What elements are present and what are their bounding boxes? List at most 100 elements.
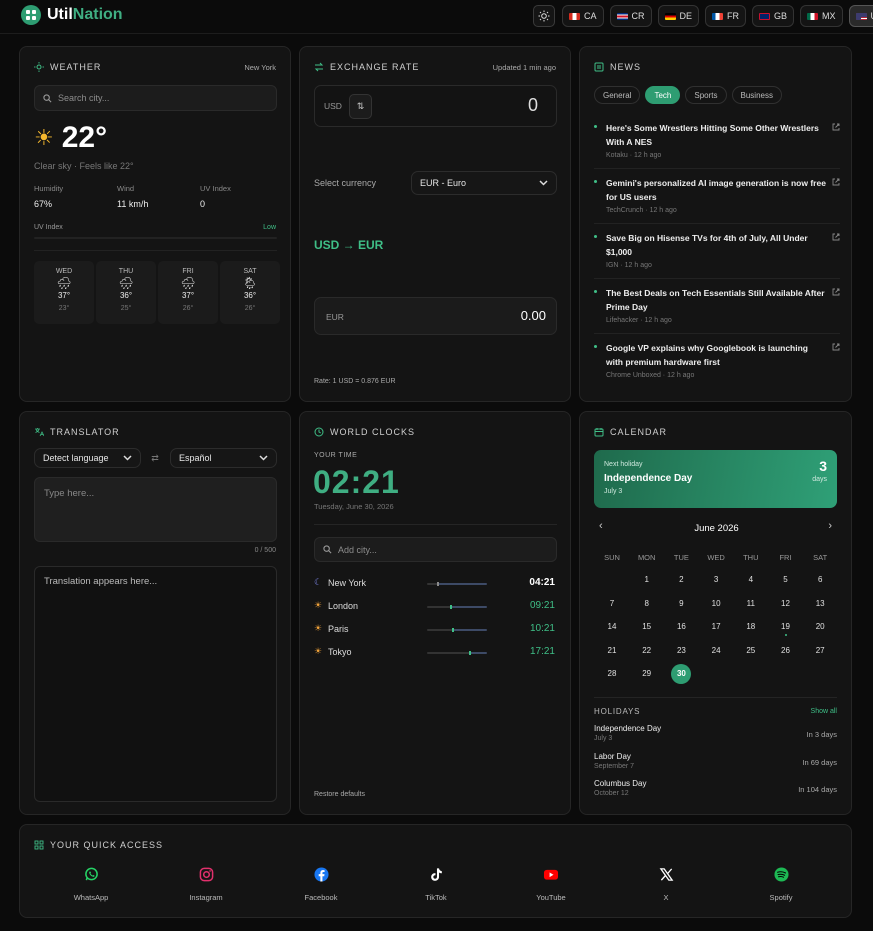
calendar-day[interactable]: 8 [637,594,657,614]
country-ca-button[interactable]: CA [562,5,604,27]
quick-access-tiktok[interactable]: TikTok [406,867,466,902]
source-language-select[interactable]: Detect language [34,448,141,468]
calendar-day-today[interactable]: 30 [671,664,692,684]
country-de-button[interactable]: DE [657,5,700,27]
day-progress-marker [451,628,454,632]
weekday-label: THU [743,553,759,562]
news-tab-business[interactable]: Business [731,86,782,104]
calendar-day[interactable]: 4 [741,570,761,590]
day-progress-bar [427,605,487,609]
chevron-right-icon: › [828,520,832,532]
currency-pair: USD → EUR [314,238,384,252]
calendar-day[interactable]: 21 [602,641,622,661]
country-us-button[interactable]: US [848,5,873,27]
external-link-icon[interactable] [832,288,840,296]
exchange-updated: Updated 1 min ago [492,63,556,72]
quick-access-spotify[interactable]: Spotify [751,867,811,902]
calendar-day[interactable]: 16 [671,617,691,637]
clock-icon [314,427,324,437]
country-gb-button[interactable]: GB [752,5,795,27]
calendar-day[interactable]: 14 [602,617,622,637]
calendar-day[interactable]: 26 [776,641,796,661]
news-item[interactable]: Google VP explains why Googlebook is lau… [594,341,840,389]
swap-icon: ⇅ [356,101,365,111]
sun-icon: ☀ [314,646,323,656]
flag-icon [616,12,628,20]
calendar-day[interactable]: 2 [671,570,691,590]
city-clock-row: ☾ New York 04:21 [314,577,555,588]
calendar-day[interactable]: 22 [637,641,657,661]
news-item[interactable]: The Best Deals on Tech Essentials Still … [594,286,840,334]
uv-index-bar [34,237,277,239]
calendar-day[interactable]: 13 [810,594,830,614]
restore-defaults-button[interactable]: Restore defaults [314,791,365,798]
show-all-holidays-link[interactable]: Show all [811,708,837,715]
quick-access-whatsapp[interactable]: WhatsApp [61,867,121,902]
top-bar: UtilNation CA CR DE FR GB MX US [0,0,873,34]
calendar-day[interactable]: 17 [706,617,726,637]
swap-languages-button[interactable]: ⇄ [146,448,164,468]
next-month-button[interactable]: › [828,520,832,532]
external-link-icon[interactable] [832,123,840,131]
news-tab-sports[interactable]: Sports [685,86,727,104]
news-item[interactable]: Save Big on Hisense TVs for 4th of July,… [594,231,840,279]
country-cr-button[interactable]: CR [609,5,652,27]
news-tab-general[interactable]: General [594,86,641,104]
bullet-dot [594,235,597,238]
quick-access-facebook[interactable]: Facebook [291,867,351,902]
swap-currency-button[interactable]: ⇅ [349,94,372,119]
day-progress-marker [449,605,452,609]
holiday-marker-dot [784,634,787,636]
youtube-icon [543,869,559,880]
holiday-row: Labor Day September 7 In 69 days [594,752,837,770]
calendar-day[interactable]: 29 [637,664,657,684]
country-mx-button[interactable]: MX [800,5,843,27]
calendar-day[interactable]: 11 [741,594,761,614]
calendar-card: CALENDAR Next holiday Independence Day J… [579,411,852,815]
calendar-day[interactable]: 20 [810,617,830,637]
calendar-day[interactable]: 23 [671,641,691,661]
calendar-day[interactable]: 3 [706,570,726,590]
external-link-icon[interactable] [832,343,840,351]
calendar-day[interactable]: 10 [706,594,726,614]
weekday-label: MON [637,553,656,562]
flag-icon [855,12,867,20]
calendar-day[interactable]: 15 [637,617,657,637]
weather-card: WEATHER New York Search city... ☀ 22° Cl… [19,46,291,402]
calendar-day[interactable]: 1 [637,570,657,590]
currency-select[interactable]: EUR - Euro [411,171,557,195]
quick-access-youtube[interactable]: YouTube [521,867,581,902]
weather-description: Clear sky · Feels like 22° [34,161,134,171]
weather-search-input[interactable]: Search city... [34,85,277,111]
calendar-day[interactable]: 27 [810,641,830,661]
calendar-day[interactable]: 18 [741,617,761,637]
country-fr-button[interactable]: FR [705,5,747,27]
brand-logo[interactable]: UtilNation [21,5,123,25]
day-progress-marker [468,651,471,655]
translator-input[interactable]: Type here... [34,477,277,542]
theme-toggle-button[interactable] [533,5,555,27]
weekday-label: WED [707,553,725,562]
calendar-day[interactable]: 12 [776,594,796,614]
from-amount-field[interactable]: USD ⇅ 0 [314,85,557,127]
add-city-input[interactable]: Add city... [314,537,557,562]
target-language-select[interactable]: Español [170,448,277,468]
calendar-day[interactable]: 28 [602,664,622,684]
external-link-icon[interactable] [832,233,840,241]
calendar-day[interactable]: 19 [776,617,796,637]
external-link-icon[interactable] [832,178,840,186]
news-item[interactable]: Gemini's personalized AI image generatio… [594,176,840,224]
your-time-label: YOUR TIME [314,452,358,459]
quick-access-instagram[interactable]: Instagram [176,867,236,902]
calendar-day[interactable]: 6 [810,570,830,590]
news-item[interactable]: Here's Some Wrestlers Hitting Some Other… [594,121,840,169]
calendar-day[interactable]: 24 [706,641,726,661]
calendar-day[interactable]: 25 [741,641,761,661]
calendar-day[interactable]: 5 [776,570,796,590]
calendar-day[interactable]: 7 [602,594,622,614]
calendar-day[interactable]: 9 [671,594,691,614]
forecast-day-fri: FRI 🌧 37° 26° [158,261,218,324]
news-tab-tech[interactable]: Tech [645,86,681,104]
flag-icon [569,12,580,20]
quick-access-x[interactable]: X [636,867,696,902]
